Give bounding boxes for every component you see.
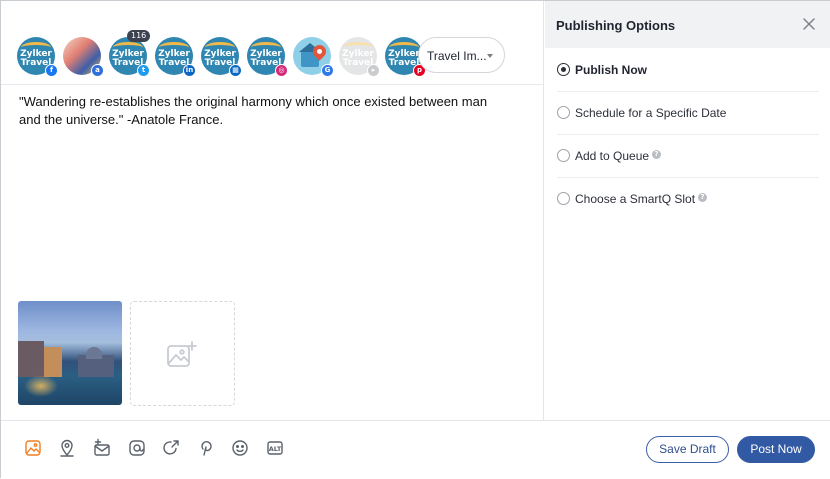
panel-header: Publishing Options	[545, 1, 830, 48]
compose-dialog: Zylker Travel p Zylker Travel ▸ G Zylker Travel ◎…	[0, 0, 830, 479]
publishing-options-panel: Publishing Options Publish Now Schedule f…	[545, 1, 830, 420]
mail-add-icon	[94, 438, 110, 456]
option-text: Add to Queue	[575, 149, 650, 163]
publish-option[interactable]: Publish Now	[557, 49, 819, 92]
alt-text-icon: ALT	[267, 441, 283, 455]
composer-pane: Zylker Travel p Zylker Travel ▸ G Zylker Travel ◎…	[1, 1, 544, 420]
pinterest-icon	[201, 441, 212, 456]
account-avatar-youtube[interactable]: Zylker Travel ▸	[339, 37, 380, 77]
account-avatar-linkedin[interactable]: Zylker Travel in	[155, 37, 196, 77]
building-icon: ▦	[229, 64, 242, 77]
twitter-icon: t	[137, 64, 150, 77]
share-icon	[163, 440, 179, 455]
pinterest-tool-button[interactable]	[196, 438, 216, 458]
help-icon[interactable]: ?	[698, 193, 708, 202]
alt-text-tool-button[interactable]: ALT	[265, 438, 285, 458]
mention-tool-button[interactable]	[127, 438, 147, 458]
add-media-button[interactable]	[130, 301, 235, 406]
option-text: Publish Now	[575, 63, 647, 77]
account-selector: Zylker Travel p Zylker Travel ▸ G Zylker Travel ◎…	[1, 1, 544, 85]
account-avatar-facebook[interactable]: Zylker Travel f	[17, 37, 58, 77]
thumbnail-dome	[86, 347, 102, 359]
save-draft-button[interactable]: Save Draft	[646, 436, 729, 463]
radio-button[interactable]	[557, 149, 570, 162]
radio-button[interactable]	[557, 192, 570, 205]
mail-add-tool-button[interactable]	[92, 438, 112, 458]
publish-option[interactable]: Choose a SmartQ Slot?	[557, 178, 819, 221]
account-avatar-instagram[interactable]: Zylker Travel ◎	[247, 37, 288, 77]
emoji-tool-button[interactable]	[230, 438, 250, 458]
account-group-label: Travel Im...	[427, 49, 487, 63]
publish-option[interactable]: Schedule for a Specific Date	[557, 92, 819, 135]
radio-button[interactable]	[557, 106, 570, 119]
thumbnail-lights	[24, 375, 58, 397]
attached-image-thumbnail[interactable]	[18, 301, 122, 405]
option-text: Schedule for a Specific Date	[575, 106, 727, 120]
publish-option-label: Add to Queue?	[575, 149, 662, 163]
google-icon: G	[321, 64, 334, 77]
image-tool-button[interactable]	[23, 438, 43, 458]
publish-option-label: Schedule for a Specific Date	[575, 106, 726, 120]
post-text-editor[interactable]: "Wandering re-establishes the original h…	[19, 93, 489, 129]
close-icon[interactable]	[802, 17, 816, 31]
add-image-icon	[167, 341, 197, 367]
linkedin-icon: in	[183, 64, 196, 77]
publish-option-label: Choose a SmartQ Slot?	[575, 192, 708, 206]
thumbnail-building	[18, 341, 44, 377]
chevron-down-icon	[487, 54, 493, 58]
thumbnail-building	[44, 347, 62, 377]
image-icon	[25, 440, 41, 456]
account-group-dropdown[interactable]: Travel Im...	[418, 37, 505, 73]
help-icon[interactable]: ?	[652, 150, 662, 159]
location-icon	[60, 439, 74, 457]
share-tool-button[interactable]	[161, 438, 181, 458]
alt-text-label: ALT	[269, 445, 282, 453]
account-avatar-adobe-bridge[interactable]: a	[63, 37, 104, 77]
account-count-badge: 116	[127, 30, 151, 42]
account-avatar-linkedin-page[interactable]: Zylker Travel ▦	[201, 37, 242, 77]
facebook-icon: f	[45, 64, 58, 77]
instagram-icon: ◎	[275, 64, 288, 77]
youtube-icon: ▸	[367, 64, 380, 77]
radio-button[interactable]	[557, 63, 570, 76]
mention-icon	[129, 440, 145, 456]
publish-option-label: Publish Now	[575, 63, 647, 77]
account-avatar-twitter[interactable]: Zylker Travel t 116	[109, 30, 151, 77]
account-avatar-google-business[interactable]: G	[293, 37, 334, 77]
option-text: Choose a SmartQ Slot	[575, 192, 696, 206]
network-badge-icon: a	[91, 64, 104, 77]
emoji-icon	[232, 440, 248, 456]
publish-option[interactable]: Add to Queue?	[557, 135, 819, 178]
location-tool-button[interactable]	[57, 438, 77, 458]
post-now-button[interactable]: Post Now	[737, 436, 815, 463]
panel-title: Publishing Options	[556, 18, 676, 33]
footer-toolbar: ALT Save Draft Post Now	[1, 420, 830, 479]
